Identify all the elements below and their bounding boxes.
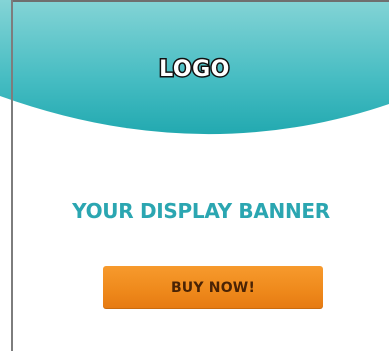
logo-text: LOGO [158, 56, 231, 84]
frame-top-border [11, 0, 389, 2]
buy-now-label: BUY NOW! [170, 279, 256, 296]
frame-left-border [11, 0, 13, 351]
buy-now-button[interactable]: BUY NOW! [103, 266, 323, 309]
banner-headline: YOUR DISPLAY BANNER [72, 199, 330, 223]
display-banner[interactable]: LOGO YOUR DISPLAY BANNER BUY NOW! [0, 0, 389, 351]
